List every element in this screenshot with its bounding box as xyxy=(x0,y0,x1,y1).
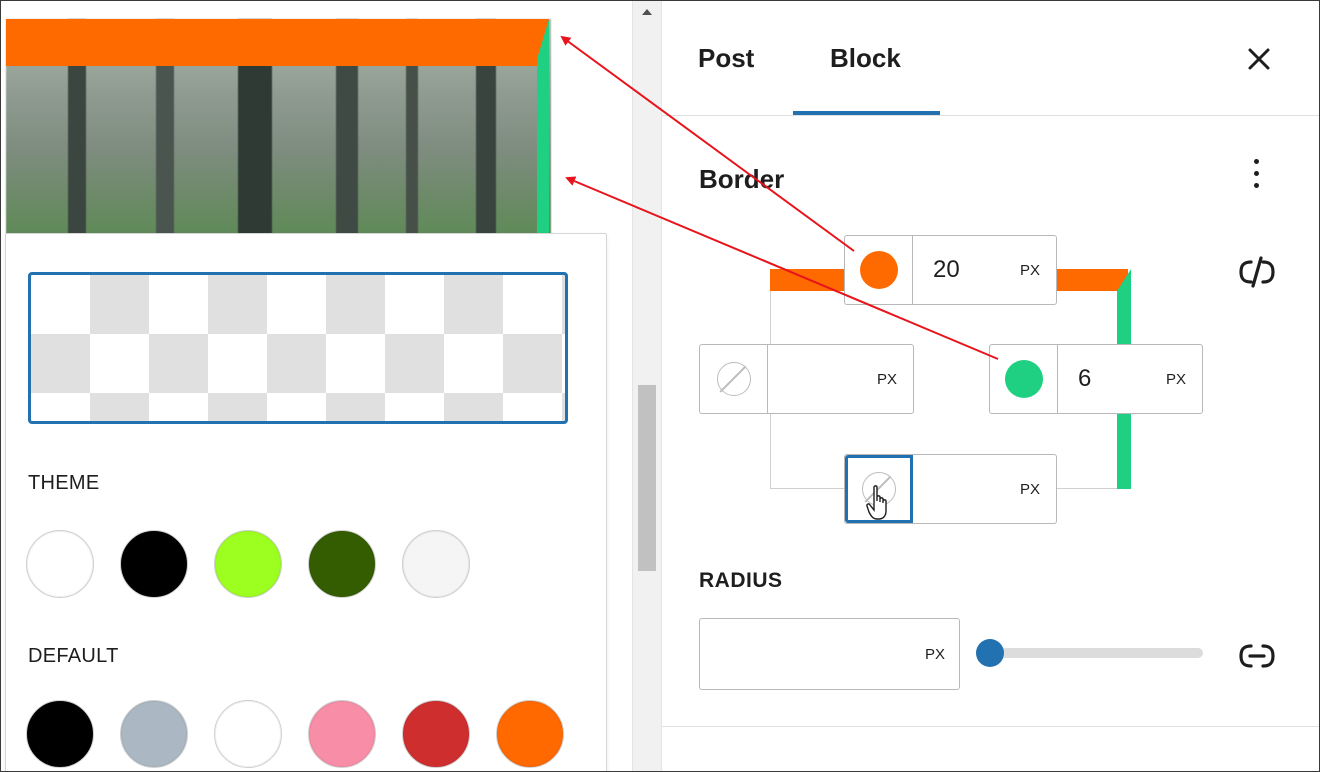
default-palette-label: DEFAULT xyxy=(28,645,119,667)
radius-input[interactable]: PX xyxy=(699,618,960,690)
border-top-control: 20 PX xyxy=(844,235,1057,305)
image-border-top xyxy=(6,19,549,66)
current-color-swatch[interactable] xyxy=(28,272,568,424)
sidebar-tabs: Post Block xyxy=(662,1,1319,116)
default-palette xyxy=(26,700,564,768)
radius-unit[interactable]: PX xyxy=(925,646,945,663)
theme-swatch[interactable] xyxy=(120,530,188,598)
border-left-control: PX xyxy=(699,344,914,414)
no-color-icon xyxy=(716,362,751,396)
theme-palette-label: THEME xyxy=(28,472,100,494)
active-tab-indicator xyxy=(793,111,940,115)
default-swatch[interactable] xyxy=(26,700,94,768)
border-top-color-button[interactable] xyxy=(845,236,913,304)
border-top-unit[interactable]: PX xyxy=(1020,262,1056,279)
tab-post[interactable]: Post xyxy=(698,43,754,74)
border-right-width-input[interactable]: 6 xyxy=(1058,365,1166,393)
border-panel-title: Border xyxy=(699,164,785,194)
close-icon[interactable] xyxy=(1244,44,1274,74)
border-right-color-button[interactable] xyxy=(990,345,1058,413)
scrollbar-thumb[interactable] xyxy=(638,385,656,571)
theme-swatch[interactable] xyxy=(402,530,470,598)
border-right-control: 6 PX xyxy=(989,344,1203,414)
radius-slider-thumb[interactable] xyxy=(976,639,1004,667)
border-right-unit[interactable]: PX xyxy=(1166,371,1202,388)
border-top-width-input[interactable]: 20 xyxy=(913,256,1020,284)
tab-block[interactable]: Block xyxy=(830,43,901,74)
more-vertical-icon[interactable] xyxy=(1250,159,1262,199)
settings-sidebar: Post Block Border 20 PX PX 6 PX PX RADIU… xyxy=(662,1,1319,771)
default-swatch[interactable] xyxy=(496,700,564,768)
radius-slider-track[interactable] xyxy=(990,648,1203,658)
theme-swatch[interactable] xyxy=(214,530,282,598)
default-swatch[interactable] xyxy=(402,700,470,768)
scroll-up-arrow-icon[interactable] xyxy=(642,9,652,15)
theme-swatch[interactable] xyxy=(308,530,376,598)
theme-swatch[interactable] xyxy=(26,530,94,598)
vertical-scrollbar[interactable] xyxy=(632,1,662,771)
color-picker-popover: THEME DEFAULT xyxy=(5,233,607,771)
default-swatch[interactable] xyxy=(214,700,282,768)
panel-divider xyxy=(662,726,1319,727)
default-swatch[interactable] xyxy=(120,700,188,768)
default-swatch[interactable] xyxy=(308,700,376,768)
theme-palette xyxy=(26,530,470,598)
editor-canvas: THEME DEFAULT xyxy=(1,1,631,771)
border-left-color-button[interactable] xyxy=(700,345,768,413)
screenshot-frame: THEME DEFAULT Post Block Border 20 PX PX… xyxy=(0,0,1320,772)
link-icon[interactable] xyxy=(1233,636,1281,676)
hand-cursor-icon xyxy=(866,485,887,520)
unlink-icon[interactable] xyxy=(1233,252,1281,292)
border-top-color-indicator xyxy=(859,251,898,289)
border-bottom-unit[interactable]: PX xyxy=(1020,481,1056,498)
border-left-unit[interactable]: PX xyxy=(877,371,913,388)
border-right-color-indicator xyxy=(1004,360,1043,398)
radius-label: RADIUS xyxy=(699,569,783,592)
